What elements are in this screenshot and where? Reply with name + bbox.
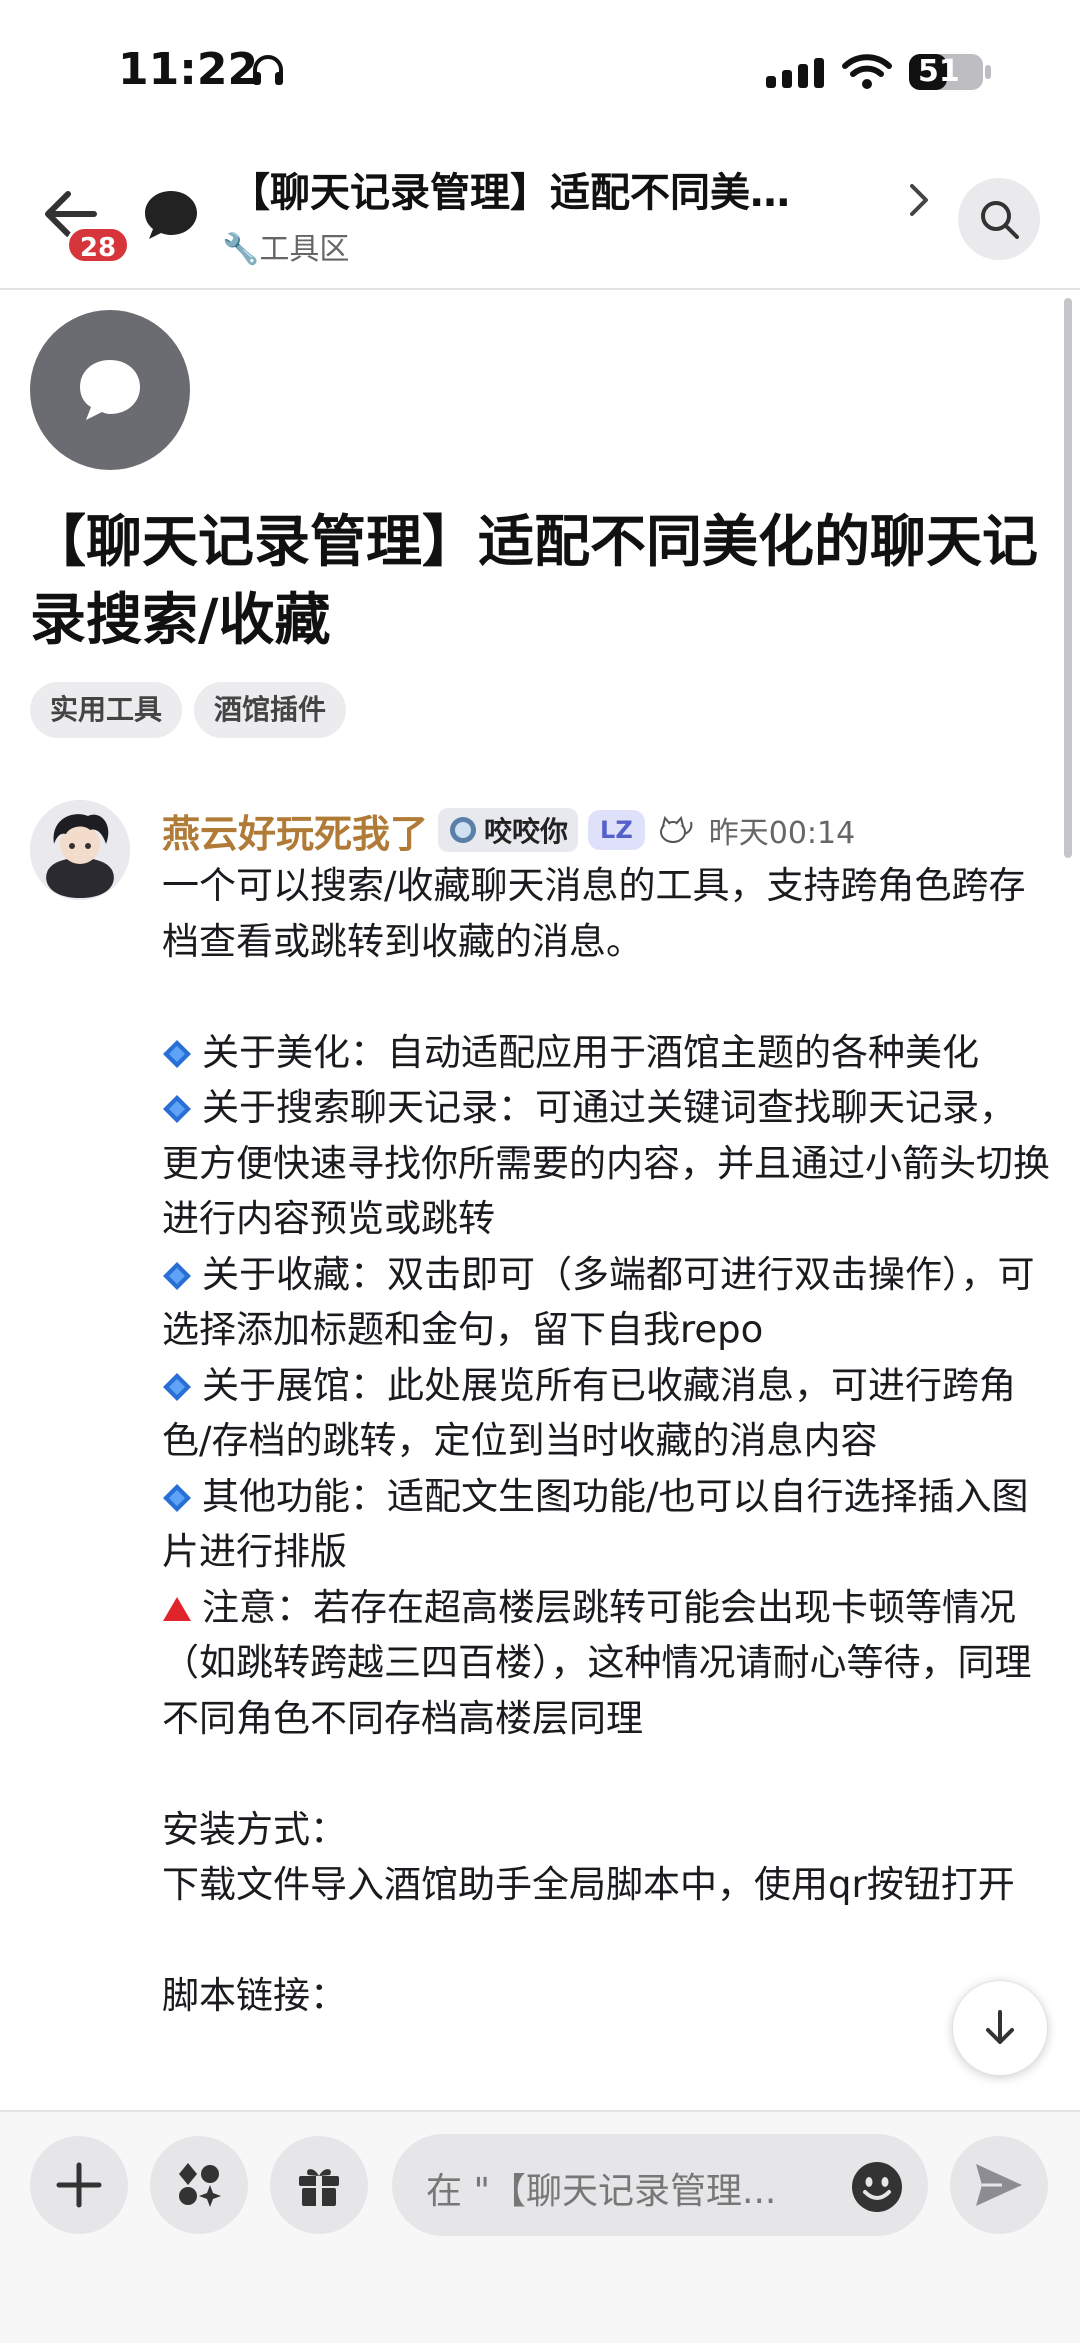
- flair-text: 咬咬你: [484, 815, 569, 848]
- user-flair[interactable]: 咬咬你: [438, 808, 579, 852]
- blue-diamond-icon: [163, 1372, 191, 1401]
- blue-diamond-icon: [163, 1095, 191, 1123]
- widgets-icon: [179, 2163, 221, 2207]
- message-input[interactable]: 在 "【聊天记录管理...: [392, 2134, 928, 2236]
- topic-header: 28 【聊天记录管理】适配不同美… 🔧工具区: [0, 140, 1080, 290]
- topic-title: 【聊天记录管理】适配不同美化的聊天记录搜索/收藏: [30, 510, 1038, 653]
- plus-icon: [56, 2162, 102, 2208]
- search-button[interactable]: [958, 178, 1040, 260]
- category-label[interactable]: 🔧工具区: [222, 224, 349, 268]
- chevron-right-icon[interactable]: [902, 180, 936, 220]
- post-paragraph: 脚本链接：: [162, 1974, 347, 2017]
- post-paragraph: 关于搜索聊天记录：可通过关键词查找聊天记录，更方便快速寻找你所需要的内容，并且通…: [162, 1086, 1050, 1240]
- post-paragraph: 注意：若存在超高楼层跳转可能会出现卡顿等情况（如跳转跨越三四百楼），这种情况请耐…: [162, 1585, 1032, 1740]
- battery-level: 51: [918, 54, 960, 89]
- post-paragraph: 下载文件导入酒馆助手全局脚本中，使用qr按钮打开: [162, 1863, 1015, 1906]
- post-timestamp: 昨天00:14: [708, 816, 856, 851]
- status-bar: 11:22 51: [0, 0, 1080, 140]
- pet-icon: [659, 815, 693, 843]
- post-paragraph: 关于展馆：此处展览所有已收藏消息，可进行跨角色/存档的跳转，定位到当时收藏的消息…: [162, 1363, 1016, 1463]
- blue-diamond-icon: [163, 1261, 191, 1290]
- red-triangle-icon: [163, 1596, 191, 1621]
- send-button[interactable]: [950, 2136, 1048, 2234]
- scroll-to-bottom-button[interactable]: [952, 1980, 1048, 2076]
- blue-diamond-icon: [163, 1039, 191, 1068]
- cellular-signal-icon: [766, 58, 824, 88]
- arrow-down-icon: [986, 2010, 1014, 2044]
- chat-bubble-icon: [145, 191, 197, 239]
- post-paragraph: 安装方式：: [162, 1807, 347, 1851]
- status-time: 11:22: [118, 44, 259, 95]
- widgets-button[interactable]: [150, 2136, 248, 2234]
- send-icon: [976, 2164, 1022, 2206]
- post-meta: 燕云好玩死我了 咬咬你 LZ 昨天00:14: [162, 802, 855, 858]
- post-content: 一个可以搜索/收藏聊天消息的工具，支持跨角色跨存档查看或跳转到收藏的消息。 关于…: [162, 858, 1052, 2024]
- post-paragraph: 其他功能：适配文生图功能/也可以自行选择插入图片进行排版: [162, 1474, 1029, 1574]
- post-paragraph: 关于收藏：双击即可（多端都可进行双击操作），可选择添加标题和金句，留下自我rep…: [162, 1252, 1035, 1352]
- post-paragraph: 关于美化：自动适配应用于酒馆主题的各种美化: [162, 1025, 1052, 1081]
- topic-icon: [30, 310, 190, 470]
- op-badge: LZ: [588, 810, 645, 850]
- tag[interactable]: 酒馆插件: [194, 682, 347, 738]
- avatar-image: [30, 800, 130, 900]
- blue-diamond-icon: [163, 1483, 191, 1512]
- gift-icon: [299, 2169, 339, 2206]
- tag-list: 实用工具 酒馆插件: [30, 682, 347, 738]
- message-input-placeholder: 在 "【聊天记录管理...: [426, 2171, 777, 2212]
- post-paragraph: 一个可以搜索/收藏聊天消息的工具，支持跨角色跨存档查看或跳转到收藏的消息。: [162, 864, 1026, 963]
- notification-badge: 28: [66, 226, 130, 264]
- gift-button[interactable]: [270, 2136, 368, 2234]
- add-button[interactable]: [30, 2136, 128, 2234]
- headphones-icon: [253, 55, 283, 85]
- wifi-icon: [842, 54, 892, 89]
- author-name[interactable]: 燕云好玩死我了: [162, 803, 428, 858]
- scrollbar[interactable]: [1064, 298, 1072, 858]
- avatar[interactable]: [30, 800, 130, 900]
- search-icon: [981, 201, 1019, 239]
- emoji-icon[interactable]: [850, 2160, 904, 2214]
- flair-avatar-icon: [450, 817, 477, 843]
- chat-bubble-icon: [80, 360, 140, 420]
- header-title[interactable]: 【聊天记录管理】适配不同美…: [230, 160, 870, 218]
- tag[interactable]: 实用工具: [30, 682, 183, 738]
